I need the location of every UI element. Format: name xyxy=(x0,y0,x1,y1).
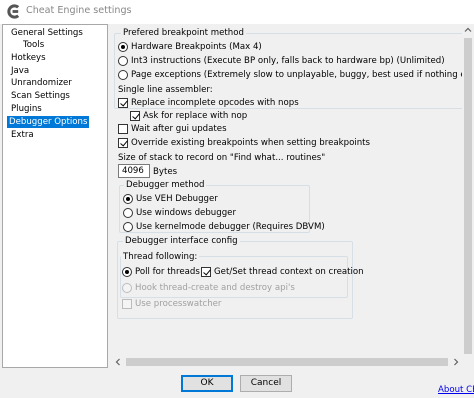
tree-item-tools[interactable]: Tools xyxy=(21,39,46,51)
radio-indicator xyxy=(118,55,128,66)
horizontal-scroll-thumb[interactable] xyxy=(126,358,448,366)
dialog-button-bar: OK Cancel About CE xyxy=(0,368,474,398)
hardware-breakpoints-label: Hardware Breakpoints (Max 4) xyxy=(131,41,262,52)
windows-debugger-radio[interactable]: Use windows debugger xyxy=(123,206,236,219)
radio-indicator xyxy=(122,282,132,293)
ask-replace-nop-label: Ask for replace with nop xyxy=(143,110,248,121)
tree-item-scan-settings[interactable]: Scan Settings xyxy=(9,90,72,102)
vertical-scroll-thumb[interactable] xyxy=(464,38,472,354)
veh-debugger-radio[interactable]: Use VEH Debugger xyxy=(123,192,218,205)
debugger-options-panel: Prefered breakpoint method Hardware Brea… xyxy=(112,24,474,368)
cancel-button[interactable]: Cancel xyxy=(240,375,292,392)
int3-instructions-radio[interactable]: Int3 instructions (Execute BP only, fall… xyxy=(118,54,445,67)
tree-item-plugins[interactable]: Plugins xyxy=(9,103,44,115)
page-exceptions-radio[interactable]: Page exceptions (Extremely slow to unpla… xyxy=(118,68,474,81)
scrollbar-corner xyxy=(462,356,474,368)
kernelmode-debugger-label: Use kernelmode debugger (Requires DBVM) xyxy=(136,221,325,232)
settings-category-tree[interactable]: General Settings Tools Hotkeys Java Unra… xyxy=(2,24,108,368)
tree-item-hotkeys[interactable]: Hotkeys xyxy=(9,52,48,64)
checkbox-indicator xyxy=(118,137,128,148)
override-breakpoints-checkbox[interactable]: Override existing breakpoints when setti… xyxy=(118,136,370,149)
stack-size-label: Size of stack to record on "Find what...… xyxy=(118,153,326,163)
ask-replace-nop-checkbox[interactable]: Ask for replace with nop xyxy=(130,109,247,122)
scroll-left-arrow-icon[interactable] xyxy=(112,356,124,368)
poll-for-threads-radio[interactable]: Poll for threads xyxy=(122,265,200,278)
tree-item-unrandomizer[interactable]: Unrandomizer xyxy=(9,77,74,89)
processwatcher-label: Use processwatcher xyxy=(135,298,222,309)
checkbox-indicator xyxy=(130,110,140,121)
tree-item-debugger-options[interactable]: Debugger Options xyxy=(7,116,90,128)
veh-debugger-label: Use VEH Debugger xyxy=(136,193,218,204)
wait-after-gui-label: Wait after gui updates xyxy=(131,123,227,134)
windows-debugger-label: Use windows debugger xyxy=(136,207,236,218)
processwatcher-checkbox[interactable]: Use processwatcher xyxy=(122,297,221,310)
interface-config-title: Debugger interface config xyxy=(123,235,240,247)
get-set-context-checkbox[interactable]: Get/Set thread context on creation xyxy=(201,265,364,278)
hook-thread-create-radio[interactable]: Hook thread-create and destroy api's xyxy=(122,281,295,294)
radio-indicator xyxy=(122,266,132,277)
single-line-assembler-label: Single line assembler: xyxy=(118,85,213,95)
kernelmode-debugger-radio[interactable]: Use kernelmode debugger (Requires DBVM) xyxy=(123,220,325,233)
tree-item-extra[interactable]: Extra xyxy=(9,129,36,141)
thread-following-title: Thread following: xyxy=(121,251,200,263)
radio-indicator xyxy=(118,69,128,80)
breakpoint-method-title: Prefered breakpoint method xyxy=(121,27,246,39)
scroll-right-arrow-icon[interactable] xyxy=(450,356,462,368)
about-ce-link[interactable]: About CE xyxy=(438,385,474,395)
checkbox-indicator xyxy=(118,97,128,108)
stack-size-input[interactable]: 4096 xyxy=(118,164,150,178)
checkbox-indicator xyxy=(118,123,128,134)
tree-item-java[interactable]: Java xyxy=(9,65,31,77)
replace-with-nops-checkbox[interactable]: Replace incomplete opcodes with nops xyxy=(118,96,299,109)
radio-indicator xyxy=(123,207,133,218)
hook-thread-create-label: Hook thread-create and destroy api's xyxy=(135,282,295,293)
stack-size-unit: Bytes xyxy=(153,167,178,177)
replace-with-nops-label: Replace incomplete opcodes with nops xyxy=(131,97,299,108)
override-breakpoints-label: Override existing breakpoints when setti… xyxy=(131,137,371,148)
get-set-context-label: Get/Set thread context on creation xyxy=(214,266,364,277)
cheat-engine-logo-icon xyxy=(7,4,20,19)
hardware-breakpoints-radio[interactable]: Hardware Breakpoints (Max 4) xyxy=(118,40,262,53)
checkbox-indicator xyxy=(201,266,211,277)
radio-indicator xyxy=(123,221,133,232)
poll-for-threads-label: Poll for threads xyxy=(135,266,200,277)
ok-button[interactable]: OK xyxy=(181,375,233,392)
horizontal-scrollbar[interactable] xyxy=(112,356,462,368)
int3-instructions-label: Int3 instructions (Execute BP only, fall… xyxy=(131,55,445,66)
radio-indicator xyxy=(123,193,133,204)
window-title: Cheat Engine settings xyxy=(26,5,132,16)
debugger-method-title: Debugger method xyxy=(124,179,207,191)
radio-indicator xyxy=(118,41,128,52)
wait-after-gui-checkbox[interactable]: Wait after gui updates xyxy=(118,122,227,135)
tree-item-general-settings[interactable]: General Settings xyxy=(9,27,85,39)
title-bar: Cheat Engine settings xyxy=(0,0,474,24)
scroll-up-arrow-icon[interactable] xyxy=(462,24,474,36)
vertical-scrollbar[interactable] xyxy=(462,24,474,368)
page-exceptions-label: Page exceptions (Extremely slow to unpla… xyxy=(131,69,474,80)
checkbox-indicator xyxy=(122,298,132,309)
